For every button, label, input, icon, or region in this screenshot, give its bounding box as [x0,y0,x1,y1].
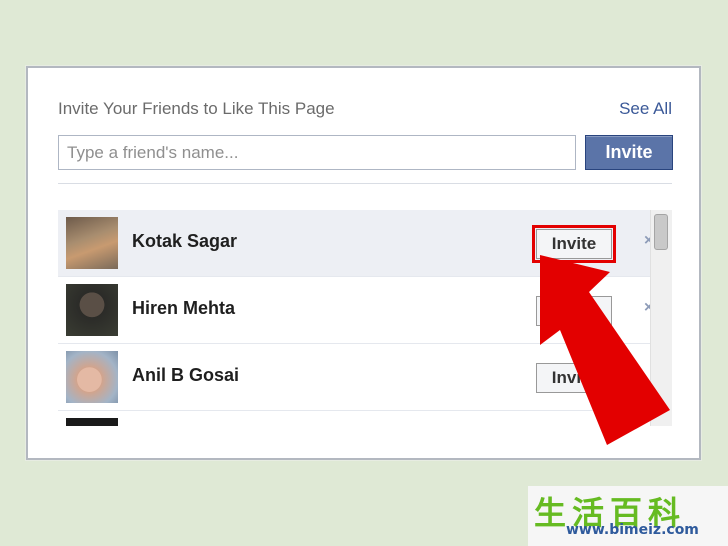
avatar [66,284,118,336]
friend-row[interactable] [58,411,650,426]
friend-invite-button[interactable]: Invite [532,225,616,263]
friend-name: Anil B Gosai [132,365,240,385]
avatar [66,217,118,269]
invite-button[interactable]: Invite [585,135,673,170]
friend-name: Kotak Sagar [132,231,238,251]
scrollbar-thumb[interactable] [654,214,668,250]
friend-name: Hiren Mehta [132,298,236,318]
avatar [66,351,118,403]
friend-search-input[interactable] [58,135,576,170]
friend-invite-button[interactable] [536,296,612,326]
friend-list[interactable]: Kotak Sagar Invite × Hiren Mehta × Anil … [58,210,650,426]
watermark: 生活百科 www.bimeiz.com [528,486,728,546]
divider [58,183,672,184]
scrollbar[interactable] [650,210,672,426]
friend-invite-button[interactable]: Invite [536,363,612,393]
dialog-title: Invite Your Friends to Like This Page [58,99,335,118]
avatar [66,418,118,426]
watermark-url: www.bimeiz.com [566,522,699,538]
friend-row[interactable]: Anil B Gosai Invite [58,344,650,411]
see-all-link[interactable]: See All [619,99,672,119]
friend-row[interactable]: Kotak Sagar Invite × [58,210,650,277]
friend-row[interactable]: Hiren Mehta × [58,277,650,344]
invite-friends-dialog: Invite Your Friends to Like This Page Se… [26,66,701,460]
